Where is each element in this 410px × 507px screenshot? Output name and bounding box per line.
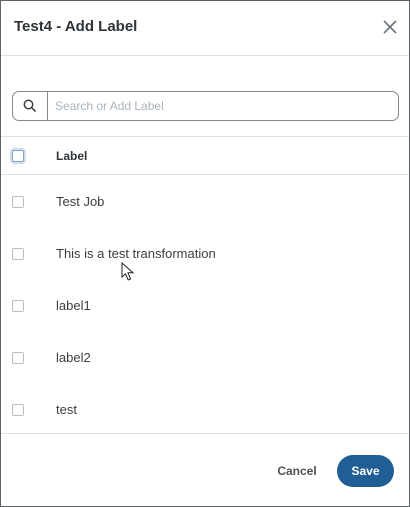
search-input[interactable]	[55, 97, 385, 115]
save-button[interactable]: Save	[337, 455, 394, 487]
close-icon[interactable]	[381, 18, 399, 36]
row-checkbox[interactable]	[12, 352, 24, 364]
list-item[interactable]: Test Job	[1, 176, 409, 228]
list-item[interactable]: This is a test transformation	[1, 228, 409, 280]
row-checkbox[interactable]	[12, 300, 24, 312]
row-checkbox[interactable]	[12, 196, 24, 208]
list-item[interactable]: label1	[1, 280, 409, 332]
add-label-dialog: Test4 - Add Label Label Test Job This is…	[0, 0, 410, 507]
footer-divider	[1, 433, 409, 434]
label-name: test	[56, 402, 77, 417]
search-box	[12, 91, 399, 121]
label-name: This is a test transformation	[56, 246, 216, 261]
label-name: label1	[56, 298, 91, 313]
list-item[interactable]: label2	[1, 332, 409, 384]
label-name: Test Job	[56, 194, 105, 209]
select-all-checkbox[interactable]	[12, 150, 24, 162]
cancel-button[interactable]: Cancel	[266, 458, 328, 484]
dialog-title: Test4 - Add Label	[14, 18, 138, 35]
search-icon	[13, 92, 48, 120]
table-header: Label	[1, 136, 409, 175]
label-name: label2	[56, 350, 91, 365]
mouse-cursor-icon	[121, 261, 135, 287]
column-header-label: Label	[56, 149, 88, 163]
row-checkbox[interactable]	[12, 404, 24, 416]
row-checkbox[interactable]	[12, 248, 24, 260]
list-item[interactable]: test	[1, 384, 409, 436]
dialog-header: Test4 - Add Label	[1, 1, 409, 56]
